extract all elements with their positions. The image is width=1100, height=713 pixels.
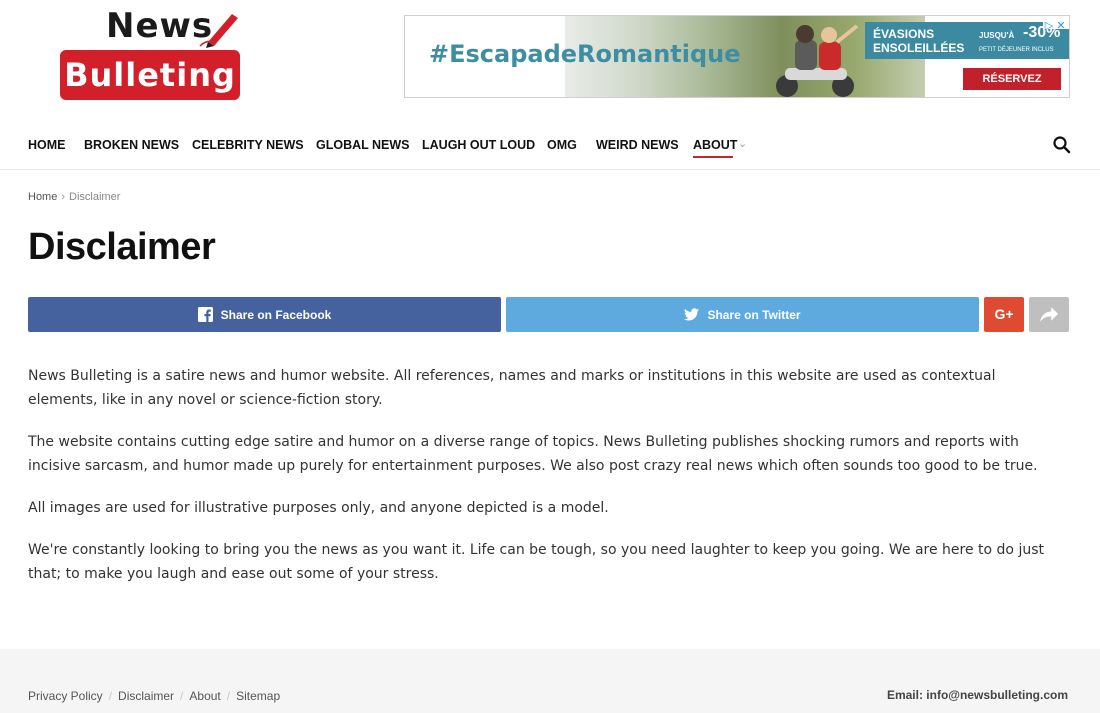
breadcrumb-current: Disclaimer — [69, 191, 121, 203]
footer-separator: / — [226, 689, 231, 703]
ad-hashtag: #EscapadeRomantique — [429, 40, 741, 68]
nav-item-weird-news[interactable]: WEIRD NEWS — [596, 138, 679, 152]
site-logo[interactable]: News Bulleting — [60, 6, 242, 102]
footer-link-disclaimer[interactable]: Disclaimer — [118, 689, 174, 703]
footer-link-privacy-policy[interactable]: Privacy Policy — [28, 689, 103, 703]
ad-offer-panel: ÉVASIONS ENSOLEILLÉES JUSQU'À -30% PETIT… — [865, 22, 1069, 59]
nav-item-omg[interactable]: OMG — [547, 138, 577, 152]
ad-offer-line2: ENSOLEILLÉES — [873, 41, 965, 55]
ad-offer-line1: ÉVASIONS — [873, 27, 935, 41]
share-twitter-label: Share on Twitter — [707, 307, 801, 322]
logo-bottom-word: Bulleting — [64, 56, 236, 94]
facebook-icon — [197, 307, 213, 322]
ad-offer-small: PETIT DÉJEUNER INCLUS — [979, 47, 1054, 53]
ad-offer-prefix: JUSQU'À — [979, 31, 1015, 40]
nav-item-celebrity-news[interactable]: CELEBRITY NEWS — [192, 138, 304, 152]
share-twitter-button[interactable]: Share on Twitter — [506, 297, 979, 332]
footer-email[interactable]: Email: info@newsbulleting.com — [887, 688, 1068, 702]
twitter-icon — [684, 308, 700, 321]
footer-link-about[interactable]: About — [189, 689, 220, 703]
breadcrumb-home[interactable]: Home — [28, 191, 57, 203]
content-paragraph: All images are used for illustrative pur… — [28, 500, 609, 516]
footer-links: Privacy Policy / Disclaimer / About / Sitemap — [28, 689, 280, 703]
ad-book-button[interactable]: RÉSERVEZ — [963, 68, 1061, 90]
advertisement-banner[interactable]: #EscapadeRomantique ÉVASIONS ENSOLEILLÉE… — [404, 15, 1070, 98]
scooter-couple-image — [776, 24, 859, 97]
share-more-button[interactable] — [1029, 297, 1069, 332]
breadcrumb: Home › Disclaimer — [28, 191, 120, 203]
search-icon[interactable] — [1052, 135, 1072, 155]
content-paragraph: The website contains cutting edge satire… — [28, 434, 1038, 474]
share-facebook-button[interactable]: Share on Facebook — [28, 297, 501, 332]
breadcrumb-separator: › — [61, 191, 66, 203]
nav-item-about[interactable]: ABOUT — [693, 138, 737, 152]
content-paragraph: News Bulleting is a satire news and humo… — [28, 368, 996, 408]
nav-active-indicator — [693, 156, 733, 158]
nav-item-broken-news[interactable]: BROKEN NEWS — [84, 138, 179, 152]
main-nav: HOME BROKEN NEWS CELEBRITY NEWS GLOBAL N… — [0, 121, 1100, 170]
site-header: News Bulleting #EscapadeRomantique ÉVASI… — [0, 0, 1100, 120]
footer-link-sitemap[interactable]: Sitemap — [236, 689, 280, 703]
ad-choices[interactable]: ▷ ✕ — [1043, 16, 1069, 32]
footer-separator: / — [108, 689, 113, 703]
site-footer: Privacy Policy / Disclaimer / About / Sitemap … — [0, 649, 1100, 713]
chevron-down-icon[interactable]: ⌄ — [738, 137, 747, 150]
pen-icon — [199, 14, 238, 48]
adchoices-icon[interactable]: ▷ — [1043, 20, 1055, 33]
share-facebook-label: Share on Facebook — [220, 307, 332, 322]
footer-separator: / — [180, 689, 184, 703]
share-arrow-icon — [1040, 306, 1058, 322]
nav-item-global-news[interactable]: GLOBAL NEWS — [316, 138, 410, 152]
content-paragraph: We're constantly looking to bring you th… — [28, 542, 1044, 582]
article-content: News Bulleting is a satire news and humo… — [28, 364, 1058, 604]
page-title: Disclaimer — [28, 226, 216, 268]
nav-item-laugh-out-loud[interactable]: LAUGH OUT LOUD — [422, 138, 535, 152]
ad-close-icon[interactable]: ✕ — [1055, 20, 1067, 33]
nav-item-home[interactable]: HOME — [28, 138, 66, 152]
share-googleplus-button[interactable]: G+ — [984, 297, 1024, 332]
